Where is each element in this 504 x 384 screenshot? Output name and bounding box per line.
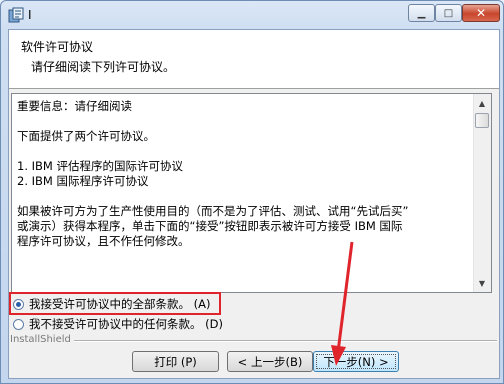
print-button[interactable]: 打印 (P) [132, 351, 219, 372]
close-icon: ✕ [475, 6, 487, 20]
decline-radio-option[interactable]: 我不接受许可协议中的任何条款。 (D) [13, 315, 223, 333]
scroll-up-icon[interactable]: ▲ [474, 95, 490, 111]
minimize-button[interactable]: ▁ [408, 4, 435, 22]
license-line: 程序许可协议，且不作任何修改。 [17, 234, 190, 248]
installshield-brand: InstallShield [10, 334, 74, 345]
license-line: 1. IBM 评估程序的国际许可协议 [17, 159, 183, 173]
back-button[interactable]: < 上一步(B) [227, 351, 313, 372]
vertical-scrollbar[interactable]: ▲ ▼ [473, 94, 491, 292]
dialog-client-area: 软件许可协议 请仔细阅读下列许可协议。 重要信息：请仔细阅读 下面提供了两个许可… [8, 29, 500, 379]
page-subtitle: 请仔细阅读下列许可协议。 [31, 60, 176, 74]
radio-unselected-icon[interactable] [13, 318, 24, 330]
decline-radio-label: 我不接受许可协议中的任何条款。 (D) [29, 317, 223, 331]
scroll-down-icon[interactable]: ▼ [474, 275, 490, 291]
page-title: 软件许可协议 [21, 40, 94, 54]
next-button[interactable]: 下一步(N) > [313, 351, 399, 372]
license-text: 重要信息：请仔细阅读 下面提供了两个许可协议。 1. IBM 评估程序的国际许可… [17, 99, 467, 249]
title-bar: I ▁ □ ✕ [1, 1, 503, 31]
license-line: 重要信息：请仔细阅读 [17, 99, 132, 113]
maximize-icon: □ [443, 7, 454, 19]
dialog-header: 软件许可协议 请仔细阅读下列许可协议。 [9, 30, 499, 89]
scroll-thumb[interactable] [475, 113, 489, 128]
accept-radio-option[interactable]: 我接受许可协议中的全部条款。 (A) [13, 295, 211, 313]
license-line: 或演示）获得本程序，单击下面的“接受”按钮即表示被许可方接受 IBM 国际 [17, 219, 403, 233]
installer-app-icon [8, 7, 24, 23]
license-text-area[interactable]: 重要信息：请仔细阅读 下面提供了两个许可协议。 1. IBM 评估程序的国际许可… [11, 93, 492, 293]
focus-rect [316, 354, 396, 369]
radio-selected-icon[interactable] [13, 298, 24, 310]
license-line: 下面提供了两个许可协议。 [17, 129, 155, 143]
minimize-icon: ▁ [417, 7, 426, 19]
separator [11, 340, 497, 342]
close-button[interactable]: ✕ [462, 4, 500, 22]
accept-radio-label: 我接受许可协议中的全部条款。 (A) [29, 297, 211, 311]
installer-window: I ▁ □ ✕ 软件许可协议 请仔细阅读下列许可协议。 重要信息：请仔细阅读 下… [0, 0, 504, 384]
license-line: 如果被许可方为了生产性使用目的（而不是为了评估、测试、试用“先试后买” [17, 204, 409, 218]
maximize-button[interactable]: □ [435, 4, 462, 22]
window-title: I [28, 8, 32, 22]
license-line: 2. IBM 国际程序许可协议 [17, 174, 149, 188]
